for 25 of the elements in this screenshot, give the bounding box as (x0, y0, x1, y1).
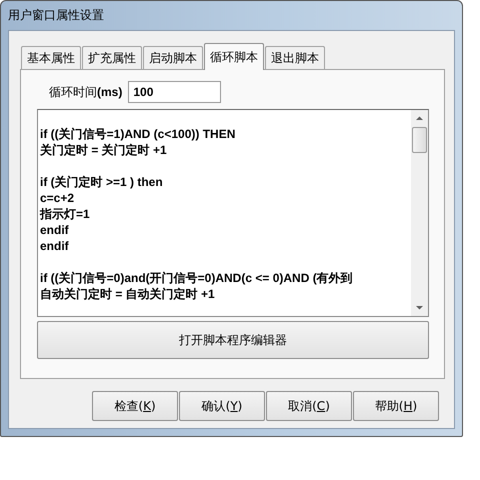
window-title: 用户窗口属性设置 (8, 7, 104, 24)
tab[interactable]: 退出脚本 (265, 46, 325, 69)
code-line: endif (40, 222, 70, 238)
dialog-button[interactable]: 取消(C) (266, 391, 352, 421)
scroll-thumb[interactable] (412, 127, 427, 153)
code-line: if (关门定时 >=1 ) then (40, 174, 164, 190)
scrollbar[interactable] (411, 110, 428, 316)
script-editor[interactable]: if ((关门信号=1)AND (c<100)) THEN 关门定时 = 关门定时 +1 if (关门定时 >=1 ) then c=c+2 指示灯=1 endif endif if ((关门信号=0)and(开门信号=0)AND(c <= 0)AND (有外到 自动关门定时 = 自动关门定时 +1 (37, 109, 429, 317)
open-editor-button[interactable]: 打开脚本程序编辑器 (37, 321, 429, 359)
code-line: 指示灯=1 (40, 206, 91, 222)
tab[interactable]: 扩充属性 (82, 46, 142, 69)
tab[interactable]: 基本属性 (21, 46, 81, 69)
code-line: 自动关门定时 = 自动关门定时 +1 (40, 286, 216, 302)
code-line: if ((关门信号=1)AND (c<100)) THEN (40, 126, 236, 142)
code-line: c=c+2 (40, 190, 76, 206)
dialog-button[interactable]: 确认(Y) (179, 391, 265, 421)
code-line: endif (40, 238, 70, 254)
cycle-time-field[interactable]: 100 (128, 81, 222, 103)
dialog-button[interactable]: 检查(K) (92, 391, 178, 421)
cycle-time-label: 循环时间(ms) (49, 84, 122, 100)
code-line: if ((关门信号=0)and(开门信号=0)AND(c <= 0)AND (有外到 (40, 270, 354, 286)
tab[interactable]: 循环脚本 (204, 43, 264, 70)
dialog-button[interactable]: 帮助(H) (353, 391, 439, 421)
tab[interactable]: 启动脚本 (143, 46, 203, 69)
code-line: 关门定时 = 关门定时 +1 (40, 142, 168, 158)
